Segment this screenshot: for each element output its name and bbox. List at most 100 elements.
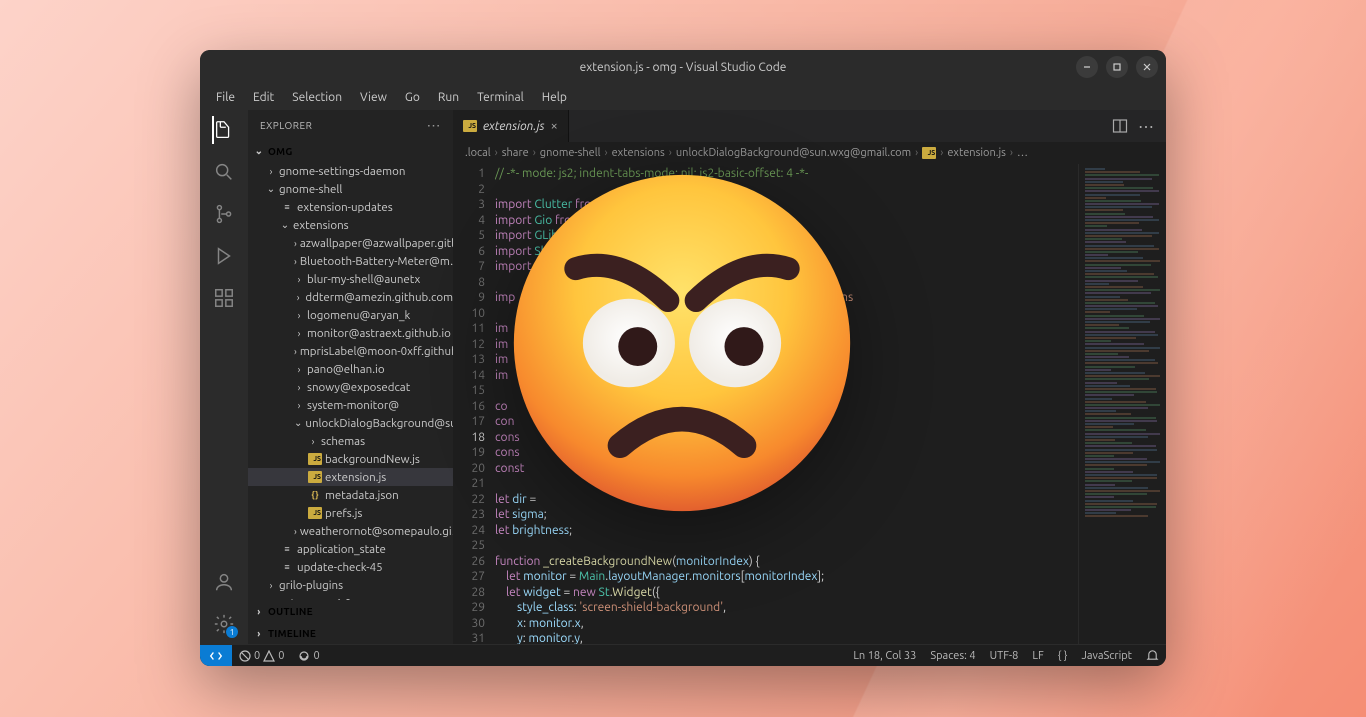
- tree-item[interactable]: ›system-monitor@: [248, 396, 453, 414]
- cursor-position[interactable]: Ln 18, Col 33: [846, 650, 923, 662]
- chevron-icon: ›: [294, 346, 297, 357]
- tree-item[interactable]: ⌄extensions: [248, 216, 453, 234]
- file-icon: JS: [308, 453, 322, 465]
- language-mode[interactable]: JavaScript: [1074, 650, 1139, 662]
- tree-item-label: snowy@exposedcat: [307, 381, 410, 394]
- chevron-icon: ⌄: [280, 219, 290, 231]
- run-debug-icon[interactable]: [212, 244, 236, 268]
- explorer-icon[interactable]: [212, 118, 236, 142]
- menu-selection[interactable]: Selection: [284, 88, 350, 107]
- maximize-button[interactable]: [1106, 56, 1128, 78]
- ports-indicator[interactable]: 0: [291, 650, 326, 662]
- tree-item[interactable]: ≡update-check-45: [248, 558, 453, 576]
- tree-item[interactable]: ≡extension-updates: [248, 198, 453, 216]
- eol[interactable]: LF: [1025, 650, 1050, 662]
- tree-item[interactable]: JSbackgroundNew.js: [248, 450, 453, 468]
- menu-run[interactable]: Run: [430, 88, 467, 107]
- breadcrumb[interactable]: .local›share›gnome-shell›extensions›unlo…: [453, 142, 1166, 164]
- tree-item[interactable]: ›blur-my-shell@aunetx: [248, 270, 453, 288]
- project-section[interactable]: ⌄OMG: [248, 140, 453, 162]
- activity-bar: 1: [200, 110, 248, 644]
- explorer-title: EXPLORER: [260, 120, 312, 131]
- chevron-icon: ›: [294, 364, 304, 375]
- tree-item[interactable]: ≡application_state: [248, 540, 453, 558]
- tree-item-label: application_state: [297, 543, 386, 556]
- brackets-indicator[interactable]: { }: [1051, 650, 1075, 662]
- encoding[interactable]: UTF-8: [983, 650, 1026, 662]
- tree-item[interactable]: ›gnome-settings-daemon: [248, 162, 453, 180]
- breadcrumb-item[interactable]: gnome-shell: [540, 147, 601, 159]
- tree-item[interactable]: ›mprisLabel@moon-0xff.github…: [248, 342, 453, 360]
- breadcrumb-item[interactable]: JS: [922, 147, 936, 159]
- chevron-icon: ›: [294, 310, 304, 321]
- timeline-section[interactable]: ›TIMELINE: [248, 622, 453, 644]
- tree-item[interactable]: JSextension.js: [248, 468, 453, 486]
- tree-item[interactable]: ⌄unlockDialogBackground@su…: [248, 414, 453, 432]
- tree-item[interactable]: ›ddterm@amezin.github.com: [248, 288, 453, 306]
- minimize-button[interactable]: [1076, 56, 1098, 78]
- tree-item[interactable]: ›weatherornot@somepaulo.gi…: [248, 522, 453, 540]
- tree-item[interactable]: ›logomenu@aryan_k: [248, 306, 453, 324]
- search-icon[interactable]: [212, 160, 236, 184]
- split-editor-icon[interactable]: [1112, 118, 1128, 134]
- tree-item[interactable]: {}metadata.json: [248, 486, 453, 504]
- editor-tabs: JS extension.js × ⋯: [453, 110, 1166, 142]
- problems-indicator[interactable]: 0 0: [232, 650, 291, 662]
- chevron-icon: ›: [294, 256, 297, 267]
- source-control-icon[interactable]: [212, 202, 236, 226]
- tree-item-label: blur-my-shell@aunetx: [307, 273, 420, 286]
- tree-item[interactable]: ›snowy@exposedcat: [248, 378, 453, 396]
- tree-item-label: gnome-shell: [279, 183, 342, 196]
- chevron-icon: ⌄: [266, 183, 276, 195]
- notifications-icon[interactable]: [1139, 649, 1166, 662]
- tree-item-label: ddterm@amezin.github.com: [305, 291, 453, 304]
- breadcrumb-item[interactable]: …: [1017, 147, 1028, 159]
- extensions-icon[interactable]: [212, 286, 236, 310]
- minimap[interactable]: [1078, 164, 1166, 644]
- chevron-icon: ⌄: [294, 417, 302, 429]
- tree-item-label: monitor@astraext.github.io: [307, 327, 451, 340]
- chevron-icon: ›: [294, 238, 297, 249]
- tree-item-label: Bluetooth-Battery-Meter@m…: [300, 255, 453, 268]
- tree-item-label: backgroundNew.js: [325, 453, 420, 466]
- breadcrumb-item[interactable]: share: [502, 147, 529, 159]
- angry-emoji-overlay: [505, 166, 859, 520]
- tree-item[interactable]: ⌄gnome-shell: [248, 180, 453, 198]
- breadcrumb-item[interactable]: .local: [465, 147, 491, 159]
- tree-item[interactable]: ›schemas: [248, 432, 453, 450]
- breadcrumb-item[interactable]: extension.js: [947, 147, 1006, 159]
- tab-close-icon[interactable]: ×: [551, 119, 558, 133]
- tree-item-label: update-check-45: [297, 561, 383, 574]
- tree-item[interactable]: ›grilo-plugins: [248, 576, 453, 594]
- tree-item-label: grilo-plugins: [279, 579, 343, 592]
- menu-terminal[interactable]: Terminal: [469, 88, 532, 107]
- tree-item[interactable]: ›monitor@astraext.github.io: [248, 324, 453, 342]
- indentation[interactable]: Spaces: 4: [923, 650, 982, 662]
- tree-item-label: system-monitor@: [307, 399, 399, 412]
- editor-more-icon[interactable]: ⋯: [1138, 117, 1154, 136]
- tree-item[interactable]: JSprefs.js: [248, 504, 453, 522]
- remote-indicator[interactable]: [200, 645, 232, 666]
- menu-go[interactable]: Go: [397, 88, 428, 107]
- tab-extension-js[interactable]: JS extension.js ×: [453, 110, 569, 142]
- outline-label: OUTLINE: [268, 606, 313, 617]
- accounts-icon[interactable]: [212, 570, 236, 594]
- close-button[interactable]: [1136, 56, 1158, 78]
- menu-view[interactable]: View: [352, 88, 395, 107]
- tree-item[interactable]: ›pano@elhan.io: [248, 360, 453, 378]
- breadcrumb-item[interactable]: unlockDialogBackground@sun.wxg@gmail.com: [676, 147, 911, 159]
- file-icon: ≡: [280, 200, 294, 214]
- tree-item-label: prefs.js: [325, 507, 362, 520]
- chevron-icon: ›: [294, 274, 304, 285]
- breadcrumb-item[interactable]: extensions: [612, 147, 665, 159]
- tree-item[interactable]: ›Bluetooth-Battery-Meter@m…: [248, 252, 453, 270]
- settings-gear-icon[interactable]: 1: [212, 612, 236, 636]
- tree-item-label: unlockDialogBackground@su…: [305, 417, 453, 430]
- menu-edit[interactable]: Edit: [245, 88, 282, 107]
- file-icon: ≡: [280, 542, 294, 556]
- more-actions-icon[interactable]: ⋯: [427, 117, 442, 134]
- outline-section[interactable]: ›OUTLINE: [248, 600, 453, 622]
- menu-file[interactable]: File: [208, 88, 243, 107]
- tree-item[interactable]: ›azwallpaper@azwallpaper.gitl…: [248, 234, 453, 252]
- menu-help[interactable]: Help: [534, 88, 575, 107]
